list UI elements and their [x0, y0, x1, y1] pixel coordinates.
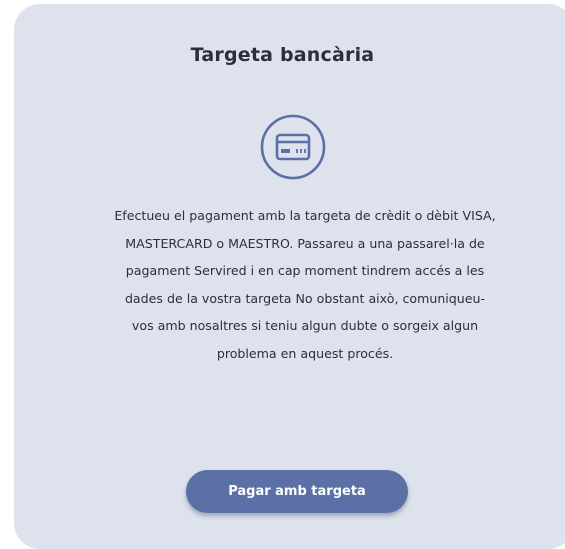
description-line: problema en aquest procés.: [216, 345, 394, 361]
description-line: MASTERCARD o MAESTRO. Passareu a una pas…: [125, 235, 485, 251]
card-title: Targeta bancària: [190, 44, 375, 66]
description-line: Efectueu el pagament amb la targeta de c…: [114, 208, 496, 223]
description-line: pagament Servired i en cap moment tindre…: [125, 263, 485, 278]
description-line: dades de la vostra targeta No obstant ai…: [124, 290, 486, 306]
pay-with-card-button[interactable]: Pagar amb targeta: [186, 470, 408, 513]
payment-description: Efectueu el pagament amb la targeta de c…: [48, 202, 562, 367]
description-line: vos amb nosaltres si teniu algun dubte o…: [131, 318, 479, 333]
page: Targeta bancària Efectueu el pagament am…: [0, 0, 565, 549]
credit-card-icon: [259, 113, 327, 181]
